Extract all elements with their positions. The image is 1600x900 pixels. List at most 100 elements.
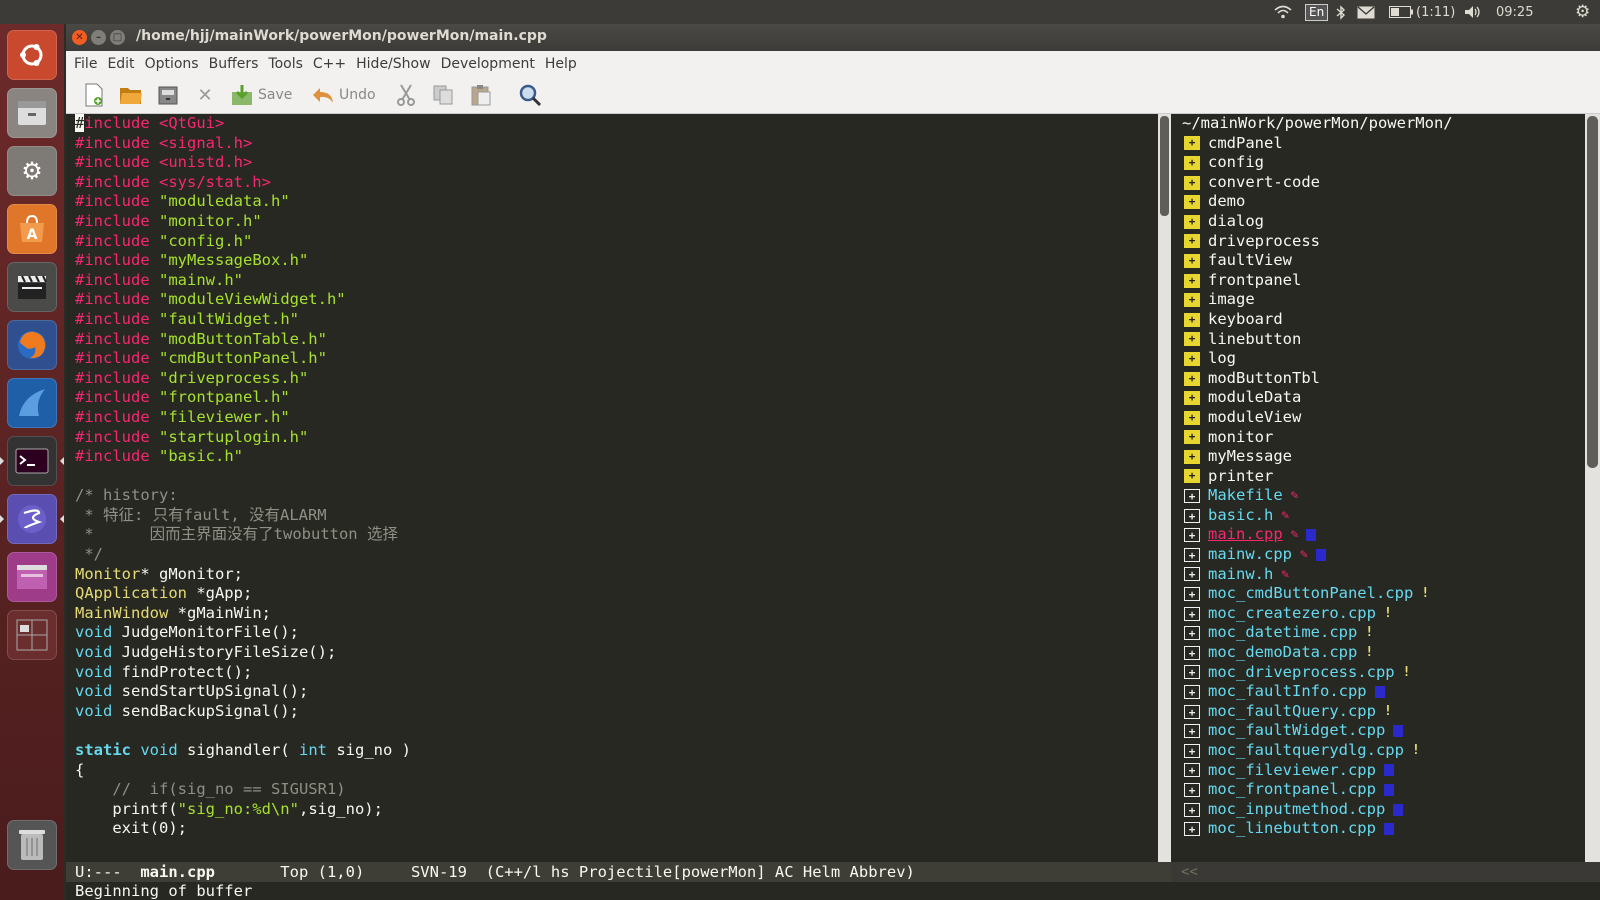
file-icon[interactable]: + — [1184, 567, 1200, 582]
folder-icon[interactable]: + — [1184, 332, 1200, 347]
tree-folder[interactable]: + driveprocess — [1171, 232, 1585, 252]
tree-folder[interactable]: + printer — [1171, 467, 1585, 487]
close-buffer-button[interactable]: ✕ — [194, 83, 216, 107]
file-icon[interactable]: + — [1184, 704, 1200, 719]
wireshark-icon[interactable] — [7, 378, 57, 428]
folder-icon[interactable]: + — [1184, 312, 1200, 327]
folder-icon[interactable]: + — [1184, 430, 1200, 445]
tree-folder[interactable]: + convert-code — [1171, 173, 1585, 193]
tree-header-path[interactable]: ~/mainWork/powerMon/powerMon/ — [1171, 114, 1585, 134]
new-file-button[interactable] — [83, 83, 105, 107]
menu-help[interactable]: Help — [540, 56, 582, 72]
menu-cpp[interactable]: C++ — [308, 56, 351, 72]
file-icon[interactable]: + — [1184, 665, 1200, 680]
folder-icon[interactable]: + — [1184, 155, 1200, 170]
file-icon[interactable]: + — [1184, 528, 1200, 543]
tree-file[interactable]: + moc_faultquerydlg.cpp! — [1171, 741, 1585, 761]
workspace-switcher-icon[interactable] — [7, 552, 57, 602]
menu-buffers[interactable]: Buffers — [204, 56, 264, 72]
menu-tools[interactable]: Tools — [263, 56, 308, 72]
folder-icon[interactable]: + — [1184, 214, 1200, 229]
folder-icon[interactable]: + — [1184, 234, 1200, 249]
folder-icon[interactable]: + — [1184, 136, 1200, 151]
volume-icon[interactable] — [1464, 0, 1482, 24]
file-icon[interactable]: + — [1184, 763, 1200, 778]
firefox-icon[interactable] — [7, 320, 57, 370]
folder-icon[interactable]: + — [1184, 253, 1200, 268]
file-icon[interactable]: + — [1184, 508, 1200, 523]
folder-icon[interactable]: + — [1184, 175, 1200, 190]
file-icon[interactable]: + — [1184, 802, 1200, 817]
file-icon[interactable]: + — [1184, 685, 1200, 700]
tree-folder[interactable]: + myMessage — [1171, 447, 1585, 467]
tree-folder[interactable]: + frontpanel — [1171, 271, 1585, 291]
tree-file[interactable]: + moc_inputmethod.cpp — [1171, 800, 1585, 820]
tree-file[interactable]: + moc_demoData.cpp! — [1171, 643, 1585, 663]
tree-file[interactable]: + moc_faultWidget.cpp — [1171, 721, 1585, 741]
file-icon[interactable]: + — [1184, 606, 1200, 621]
tree-folder[interactable]: + image — [1171, 290, 1585, 310]
tree-folder[interactable]: + monitor — [1171, 428, 1585, 448]
video-editor-icon[interactable] — [7, 262, 57, 312]
maximize-icon[interactable]: □ — [110, 30, 125, 45]
software-center-icon[interactable]: A — [7, 204, 57, 254]
tree-file[interactable]: + mainw.h ✎ — [1171, 565, 1585, 585]
tree-file[interactable]: + mainw.cpp ✎ — [1171, 545, 1585, 565]
paste-button[interactable] — [470, 83, 492, 107]
folder-icon[interactable]: + — [1184, 469, 1200, 484]
folder-icon[interactable]: + — [1184, 371, 1200, 386]
desktop-icon[interactable] — [7, 610, 57, 660]
system-settings-icon[interactable]: ⚙ — [7, 146, 57, 196]
save-button[interactable]: Save — [230, 83, 292, 107]
tree-file[interactable]: + moc_faultQuery.cpp! — [1171, 702, 1585, 722]
open-directory-button[interactable] — [157, 83, 179, 107]
tree-file[interactable]: + moc_faultInfo.cpp — [1171, 682, 1585, 702]
tree-scrollbar[interactable] — [1585, 114, 1600, 862]
open-file-button[interactable] — [119, 83, 143, 107]
keyboard-layout-indicator[interactable]: En — [1305, 0, 1329, 24]
wifi-icon[interactable] — [1274, 0, 1292, 24]
ubuntu-dash-icon[interactable] — [7, 30, 57, 80]
tree-file[interactable]: + moc_fileviewer.cpp — [1171, 761, 1585, 781]
buffer-name[interactable]: main.cpp — [140, 863, 215, 881]
editor-scrollbar[interactable] — [1158, 114, 1171, 862]
tree-folder[interactable]: + dialog — [1171, 212, 1585, 232]
folder-icon[interactable]: + — [1184, 391, 1200, 406]
clock[interactable]: 09:25 — [1496, 0, 1533, 24]
file-icon[interactable]: + — [1184, 626, 1200, 641]
tree-file[interactable]: + Makefile ✎ — [1171, 486, 1585, 506]
tree-folder[interactable]: + linebutton — [1171, 330, 1585, 350]
tree-file[interactable]: + moc_driveprocess.cpp! — [1171, 663, 1585, 683]
minimize-icon[interactable]: – — [91, 30, 106, 45]
tree-folder[interactable]: + cmdPanel — [1171, 134, 1585, 154]
cut-button[interactable] — [396, 83, 416, 107]
bluetooth-icon[interactable] — [1336, 0, 1346, 24]
undo-button[interactable]: Undo — [311, 83, 376, 107]
folder-icon[interactable]: + — [1184, 195, 1200, 210]
tree-scrollbar-thumb[interactable] — [1587, 116, 1598, 468]
file-icon[interactable]: + — [1184, 489, 1200, 504]
menu-development[interactable]: Development — [436, 56, 540, 72]
trash-icon[interactable] — [7, 820, 57, 870]
tree-folder[interactable]: + config — [1171, 153, 1585, 173]
menu-hide-show[interactable]: Hide/Show — [351, 56, 435, 72]
file-icon[interactable]: + — [1184, 782, 1200, 797]
editor-scrollbar-thumb[interactable] — [1160, 116, 1169, 216]
file-icon[interactable]: + — [1184, 743, 1200, 758]
folder-icon[interactable]: + — [1184, 449, 1200, 464]
tree-folder[interactable]: + modButtonTbl — [1171, 369, 1585, 389]
close-icon[interactable]: ✕ — [72, 30, 87, 45]
tree-file[interactable]: + moc_linebutton.cpp — [1171, 819, 1585, 839]
tree-folder[interactable]: + moduleData — [1171, 388, 1585, 408]
terminal-icon[interactable] — [0, 436, 64, 486]
folder-icon[interactable]: + — [1184, 293, 1200, 308]
tree-file[interactable]: + moc_datetime.cpp! — [1171, 623, 1585, 643]
tree-folder[interactable]: + moduleView — [1171, 408, 1585, 428]
emacs-icon[interactable] — [0, 494, 64, 544]
file-icon[interactable]: + — [1184, 645, 1200, 660]
search-button[interactable] — [518, 83, 542, 107]
tree-folder[interactable]: + keyboard — [1171, 310, 1585, 330]
menu-options[interactable]: Options — [140, 56, 204, 72]
tree-folder[interactable]: + demo — [1171, 192, 1585, 212]
file-icon[interactable]: + — [1184, 724, 1200, 739]
